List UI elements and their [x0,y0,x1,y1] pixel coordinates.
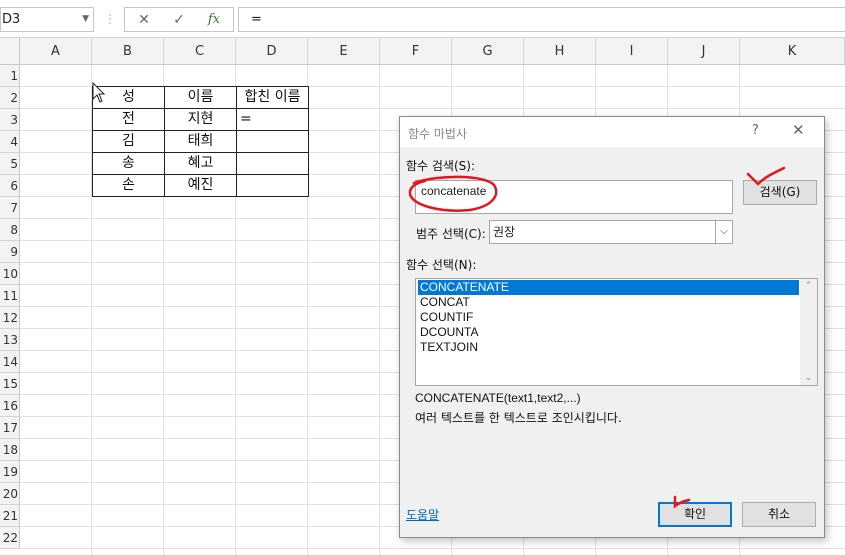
annotation-marks [408,166,786,509]
annotation-check-ok [673,495,691,509]
annotation-circle [408,175,498,212]
annotation-check-search [746,166,786,186]
